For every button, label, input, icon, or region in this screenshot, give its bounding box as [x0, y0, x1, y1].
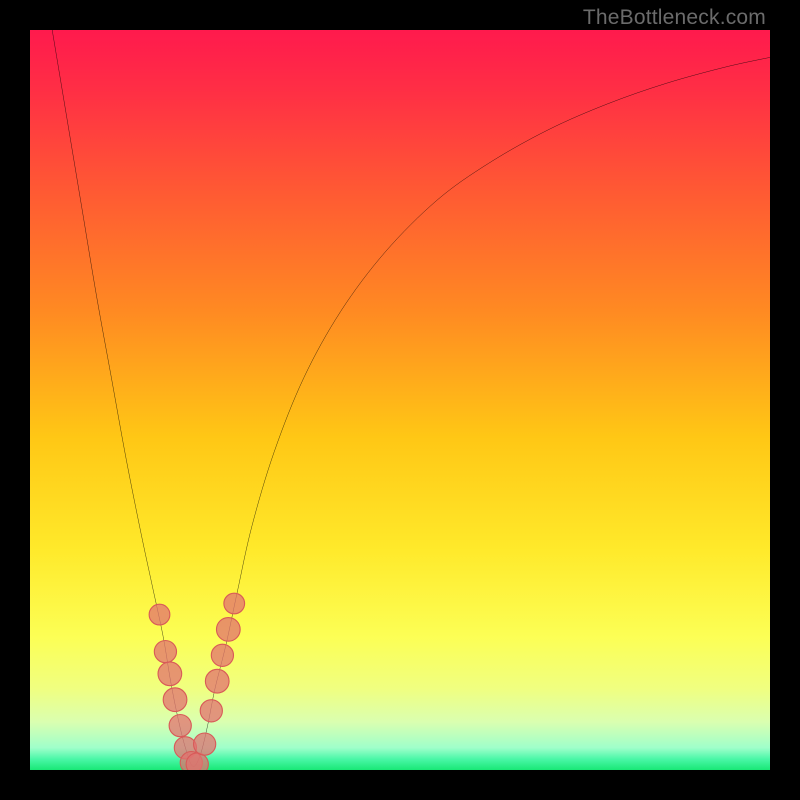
data-marker	[149, 604, 170, 625]
plot-area	[30, 30, 770, 770]
data-marker	[158, 662, 182, 686]
data-marker	[169, 715, 191, 737]
data-marker	[200, 700, 222, 722]
data-marker	[216, 618, 240, 642]
data-marker	[194, 733, 216, 755]
chart-frame: TheBottleneck.com	[0, 0, 800, 800]
data-marker	[154, 641, 176, 663]
data-marker	[211, 644, 233, 666]
curve-markers	[149, 593, 244, 770]
data-marker	[224, 593, 245, 614]
curve-layer	[30, 30, 770, 770]
data-marker	[163, 688, 187, 712]
data-marker	[205, 669, 229, 693]
watermark-text: TheBottleneck.com	[583, 6, 766, 30]
